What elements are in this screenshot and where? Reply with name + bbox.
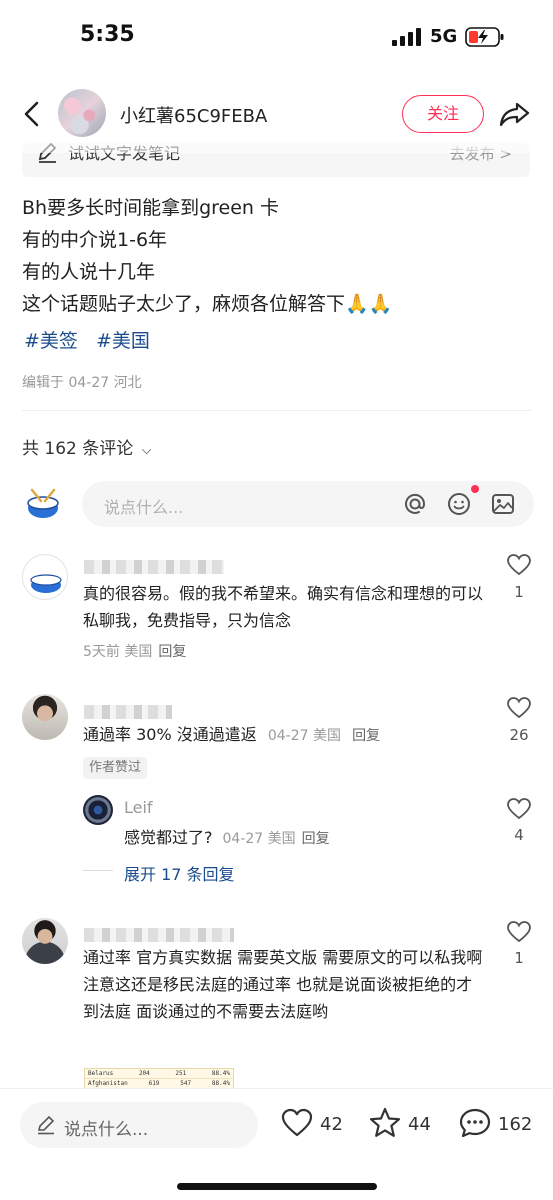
table-cell: 619	[148, 1080, 160, 1087]
commenter-name-redacted	[84, 705, 172, 719]
share-icon[interactable]	[498, 99, 532, 129]
try-text-note-bar[interactable]: 试试文字发笔记 去发布 >	[22, 143, 530, 177]
star-total: 44	[408, 1114, 431, 1135]
reply-button[interactable]: 回复	[302, 831, 330, 847]
replier-name[interactable]: Leif	[124, 798, 153, 817]
heart-icon[interactable]	[506, 797, 532, 821]
network-label: 5G	[430, 26, 458, 47]
comment-text: 通过率 官方真实数据 需要英文版 需要原文的可以私我啊 注意这还是移民法庭的通过…	[83, 948, 483, 1021]
table-cell: 88.4%	[211, 1070, 230, 1077]
tag-link[interactable]: #美国	[96, 330, 150, 352]
emoji-icon[interactable]	[446, 491, 472, 517]
comment-count-label: 共 162 条评论	[22, 439, 134, 459]
chevron-down-icon: ⌵	[141, 443, 152, 458]
comment-time-location: 04-27 美国	[267, 728, 341, 744]
author-avatar[interactable]	[58, 89, 106, 137]
drum-avatar-icon	[27, 488, 59, 518]
comment-text: 通過率 30% 沒通過遣返 04-27 美国 回复	[83, 721, 483, 750]
star-icon[interactable]	[368, 1106, 402, 1140]
pen-icon	[37, 1115, 55, 1135]
table-cell: 251	[175, 1070, 187, 1077]
comment-total: 162	[498, 1114, 533, 1135]
heart-icon[interactable]	[506, 920, 532, 944]
image-icon[interactable]	[490, 491, 516, 517]
edit-meta: 编辑于 04-27 河北	[22, 375, 142, 391]
comment-body: 通過率 30% 沒通過遣返	[83, 725, 257, 744]
status-time: 5:35	[80, 22, 135, 47]
commenter-name-redacted	[84, 928, 234, 942]
comment-meta: 5天前 美国 回复	[83, 641, 186, 661]
reply-button[interactable]: 回复	[352, 728, 380, 744]
tag-link[interactable]: #美签	[24, 330, 78, 352]
post-line: 有的人说十几年	[22, 261, 156, 283]
table-row: Belarus 204 251 88.4%	[85, 1069, 233, 1079]
post-header: 小红薯65C9FEBA 关注	[0, 85, 553, 143]
commenter-avatar[interactable]	[22, 918, 68, 964]
drum-avatar-icon	[30, 574, 62, 593]
comment-time-location: 5天前 美国	[83, 644, 153, 660]
commenter-avatar[interactable]	[22, 694, 68, 740]
comment-input[interactable]: 说点什么...	[82, 481, 534, 527]
table-cell: 204	[138, 1070, 150, 1077]
post-line: 这个话题贴子太少了，麻烦各位解答下🙏🙏	[22, 293, 393, 315]
back-icon[interactable]	[18, 99, 46, 129]
heart-icon[interactable]	[506, 696, 532, 720]
bottom-input-placeholder: 说点什么...	[64, 1120, 149, 1140]
author-liked-badge: 作者赞过	[83, 757, 148, 779]
post-line: Bh要多长时间能拿到green 卡	[22, 197, 279, 219]
expand-replies-button[interactable]: 展开 17 条回复	[124, 861, 235, 885]
reply-button[interactable]: 回复	[158, 644, 186, 660]
comment-input-placeholder: 说点什么...	[104, 498, 184, 517]
expand-divider	[83, 870, 113, 871]
sub-reply-text: 感觉都过了?	[124, 828, 213, 847]
heart-icon[interactable]	[506, 553, 532, 577]
post-tags: #美签 #美国	[24, 326, 162, 353]
commenter-name-redacted	[84, 560, 224, 574]
bottom-action-bar: 说点什么... 42 44 162	[0, 1088, 553, 1200]
like-total: 42	[320, 1114, 343, 1135]
commenter-avatar[interactable]	[22, 554, 68, 600]
post-body: Bh要多长时间能拿到green 卡 有的中介说1-6年 有的人说十几年 这个话题…	[22, 192, 532, 320]
table-cell: 88.4%	[211, 1080, 230, 1087]
follow-button[interactable]: 关注	[402, 95, 484, 133]
like-heart-icon[interactable]	[280, 1106, 314, 1140]
comment-text: 真的很容易。假的我不希望来。确实有信念和理想的可以私聊我，免费指导，只为信念	[83, 584, 484, 630]
like-count: 1	[514, 949, 524, 967]
home-indicator	[177, 1183, 377, 1190]
table-cell: 547	[180, 1080, 192, 1087]
sub-reply: 感觉都过了? 04-27 美国 回复	[124, 824, 330, 848]
notification-dot	[471, 485, 479, 493]
mention-icon[interactable]	[402, 491, 428, 517]
scroll-fade	[22, 143, 530, 153]
bottom-comment-input[interactable]: 说点什么...	[20, 1102, 258, 1148]
comment-count-toggle[interactable]: 共 162 条评论 ⌵	[22, 434, 152, 459]
like-count: 4	[514, 826, 524, 844]
replier-avatar[interactable]	[83, 795, 113, 825]
comment-bubble-icon[interactable]	[458, 1106, 492, 1140]
table-cell: Belarus	[88, 1070, 114, 1077]
divider	[22, 410, 532, 411]
like-count: 1	[514, 583, 524, 601]
post-line: 有的中介说1-6年	[22, 229, 168, 251]
author-name[interactable]: 小红薯65C9FEBA	[120, 102, 267, 128]
status-bar: 5:35 5G	[0, 0, 553, 78]
signal-icon	[392, 28, 421, 46]
sub-reply-time-location: 04-27 美国	[222, 831, 296, 847]
table-cell: Afghanistan	[88, 1080, 128, 1087]
battery-icon	[465, 27, 504, 47]
like-count: 26	[509, 726, 529, 744]
